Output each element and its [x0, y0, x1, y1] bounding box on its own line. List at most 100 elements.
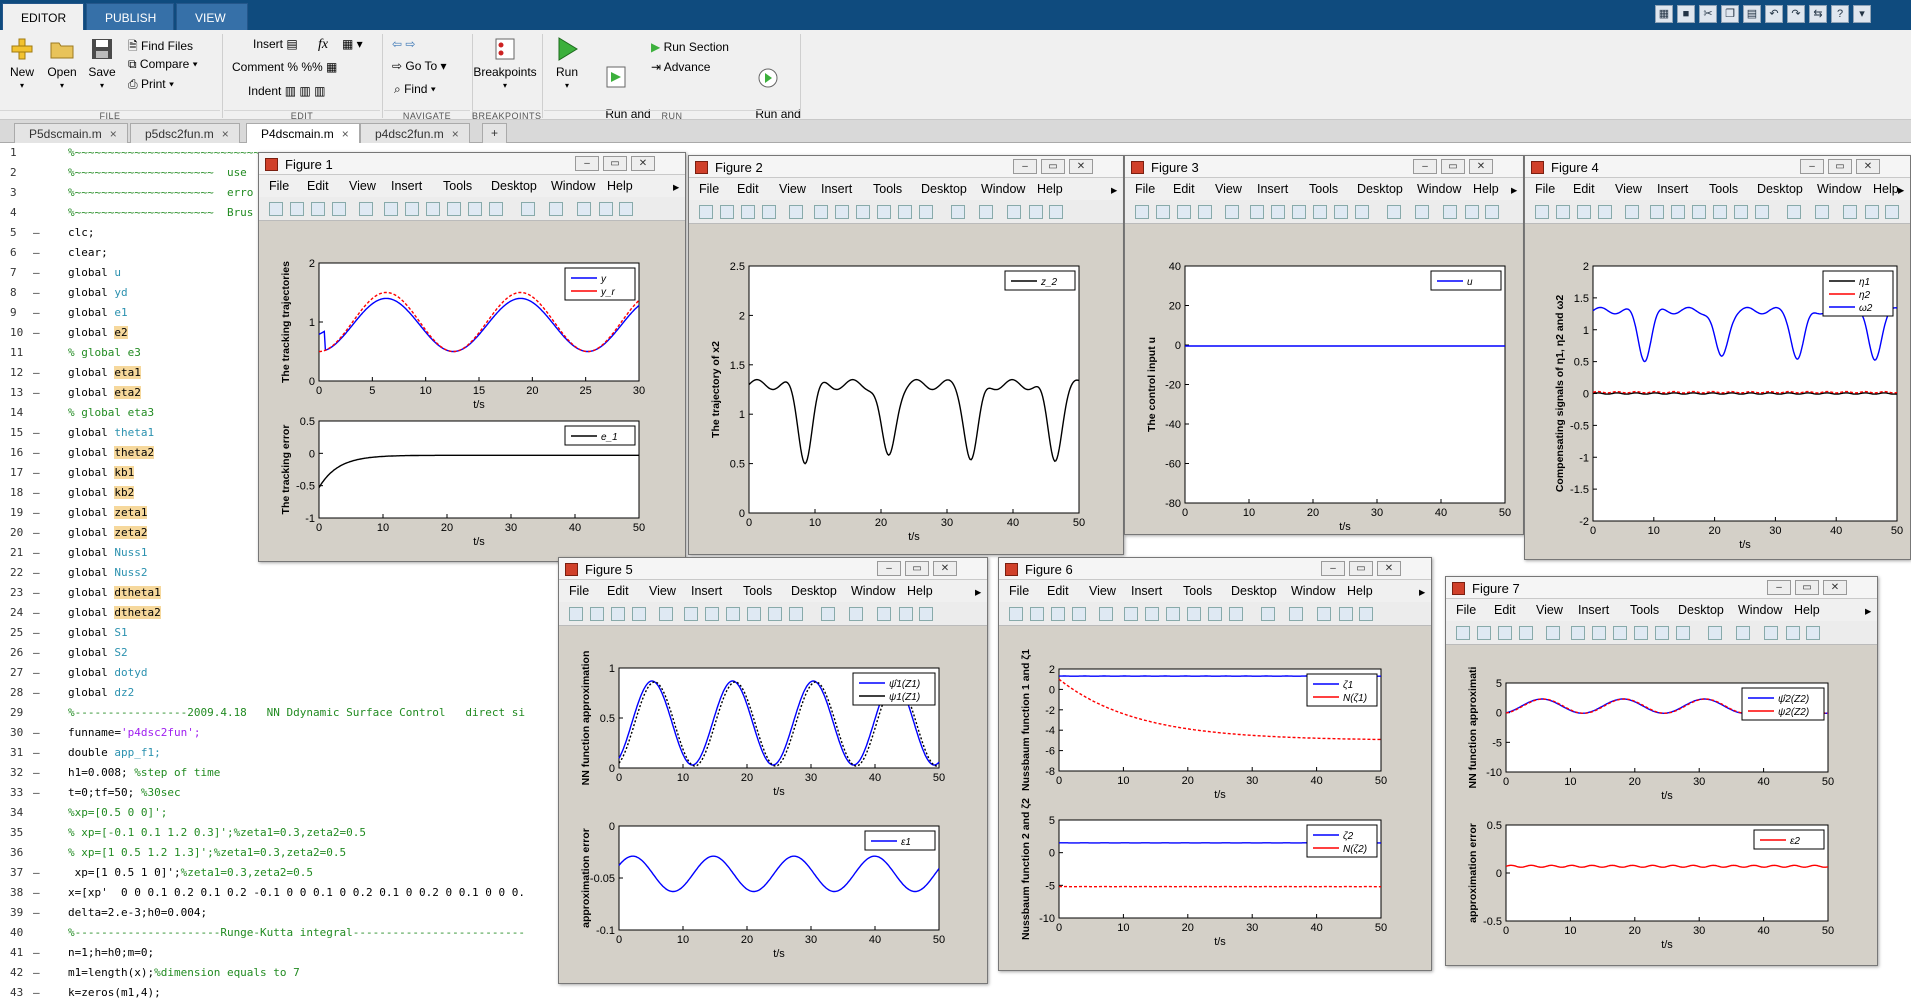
pan-icon[interactable]	[1692, 205, 1706, 219]
breakpoint-marker[interactable]: –	[33, 366, 40, 379]
code-line[interactable]: %~~~~~~~~~~~~~~~~~~~~~ erro	[68, 186, 253, 199]
data-cursor-icon[interactable]	[898, 205, 912, 219]
open-file-icon[interactable]	[720, 205, 734, 219]
code-line[interactable]: global kb2	[68, 486, 135, 499]
open-button[interactable]: Open ▾	[44, 36, 80, 93]
breakpoint-marker[interactable]: –	[33, 466, 40, 479]
colorbar-icon[interactable]	[1289, 607, 1303, 621]
new-figure-icon[interactable]	[269, 202, 283, 216]
code-line[interactable]: %----------------------Runge-Kutta integ…	[68, 926, 525, 939]
figure-window-7[interactable]: Figure 7 – ▭ ✕ File Edit View Insert Tools Deskto…	[1445, 576, 1878, 966]
figure-menu-window[interactable]: Window	[551, 179, 595, 193]
figure-menu-insert[interactable]: Insert	[1657, 182, 1688, 196]
code-line[interactable]: % global e3	[68, 346, 141, 359]
open-file-icon[interactable]	[1030, 607, 1044, 621]
pan-icon[interactable]	[1292, 205, 1306, 219]
figure-menu-desktop[interactable]: Desktop	[1357, 182, 1403, 196]
figure-window-1[interactable]: Figure 1 – ▭ ✕ File Edit View Insert Tools Deskto…	[258, 152, 686, 562]
breakpoint-marker[interactable]: –	[33, 246, 40, 259]
figure-window-4[interactable]: Figure 4 – ▭ ✕ File Edit View Insert Tools Deskto…	[1524, 155, 1911, 560]
switch-icon[interactable]: ⇆	[1809, 5, 1827, 23]
layout-icon[interactable]: ▦	[1655, 5, 1673, 23]
code-line[interactable]: global e2	[68, 326, 128, 339]
figure-menu-edit[interactable]: Edit	[1494, 603, 1516, 617]
figure-menu-window[interactable]: Window	[1417, 182, 1461, 196]
figure-menu-help[interactable]: Help	[1873, 182, 1899, 196]
breakpoint-marker[interactable]: –	[33, 286, 40, 299]
open-file-icon[interactable]	[1156, 205, 1170, 219]
figure-menu-edit[interactable]: Edit	[1573, 182, 1595, 196]
print-figure-icon[interactable]	[1072, 607, 1086, 621]
data-cursor-icon[interactable]	[1208, 607, 1222, 621]
breakpoint-marker[interactable]: –	[33, 886, 40, 899]
zoom-out-icon[interactable]	[705, 607, 719, 621]
data-cursor-icon[interactable]	[468, 202, 482, 216]
zoom-out-icon[interactable]	[1145, 607, 1159, 621]
figure-menu-file[interactable]: File	[269, 179, 289, 193]
colorbar-icon[interactable]	[849, 607, 863, 621]
pan-icon[interactable]	[1166, 607, 1180, 621]
back-forward-icon[interactable]: ⇦ ⇨	[392, 37, 415, 51]
figure-menu-file[interactable]: File	[1456, 603, 1476, 617]
hide-tools-icon[interactable]	[1786, 626, 1800, 640]
figure-titlebar[interactable]: Figure 5 – ▭ ✕	[559, 558, 987, 580]
maximize-button[interactable]: ▭	[603, 156, 627, 171]
comment-button[interactable]: Comment % %% ▦	[232, 60, 337, 74]
new-figure-icon[interactable]	[699, 205, 713, 219]
breakpoint-marker[interactable]: –	[33, 486, 40, 499]
code-line[interactable]: global S2	[68, 646, 128, 659]
figure-menu-edit[interactable]: Edit	[1173, 182, 1195, 196]
pan-icon[interactable]	[426, 202, 440, 216]
print-figure-icon[interactable]	[1198, 205, 1212, 219]
legend-icon[interactable]	[1764, 626, 1778, 640]
zoom-in-icon[interactable]	[1571, 626, 1585, 640]
link-icon[interactable]	[1787, 205, 1801, 219]
breakpoint-marker[interactable]: –	[33, 586, 40, 599]
figure-menu-file[interactable]: File	[1535, 182, 1555, 196]
maximize-button[interactable]: ▭	[1041, 159, 1065, 174]
pointer-icon[interactable]	[359, 202, 373, 216]
new-button[interactable]: New ▾	[4, 36, 40, 93]
tab-publish[interactable]: PUBLISH	[86, 3, 174, 30]
brush-icon[interactable]	[919, 205, 933, 219]
show-tools-icon[interactable]	[1485, 205, 1499, 219]
figure-menu-view[interactable]: View	[349, 179, 376, 193]
save-icon[interactable]: ■	[1677, 5, 1695, 23]
figure-menu-tools[interactable]: Tools	[873, 182, 902, 196]
figure-menu-file[interactable]: File	[699, 182, 719, 196]
figure-titlebar[interactable]: Figure 6 – ▭ ✕	[999, 558, 1431, 580]
figure-menu-tools[interactable]: Tools	[1709, 182, 1738, 196]
code-line[interactable]: x=[xp' 0 0 0.1 0.2 0.1 0.2 -0.1 0 0 0.1 …	[68, 886, 525, 899]
close-button[interactable]: ✕	[1377, 561, 1401, 576]
code-line[interactable]: delta=2.e-3;h0=0.004;	[68, 906, 207, 919]
colorbar-icon[interactable]	[1736, 626, 1750, 640]
code-line[interactable]: global theta2	[68, 446, 155, 459]
figure-menu-edit[interactable]: Edit	[1047, 584, 1069, 598]
brush-icon[interactable]	[789, 607, 803, 621]
doc-tab-p5dsc2fun[interactable]: p5dsc2fun.m ×	[130, 123, 240, 143]
code-line[interactable]: global Nuss2	[68, 566, 147, 579]
hide-tools-icon[interactable]	[1029, 205, 1043, 219]
show-tools-icon[interactable]	[619, 202, 633, 216]
code-line[interactable]: global zeta1	[68, 506, 148, 519]
pointer-icon[interactable]	[1225, 205, 1239, 219]
redo-icon[interactable]: ↷	[1787, 5, 1805, 23]
code-line[interactable]: clear;	[68, 246, 108, 259]
brush-icon[interactable]	[1355, 205, 1369, 219]
pointer-icon[interactable]	[1625, 205, 1639, 219]
show-tools-icon[interactable]	[1359, 607, 1373, 621]
menu-overflow-icon[interactable]: ▸	[673, 179, 679, 194]
maximize-button[interactable]: ▭	[1795, 580, 1819, 595]
figure-window-3[interactable]: Figure 3 – ▭ ✕ File Edit View Insert Tools Deskto…	[1124, 155, 1524, 535]
breakpoint-marker[interactable]: –	[33, 326, 40, 339]
rotate-icon[interactable]	[747, 607, 761, 621]
doc-tab-p5dscmain[interactable]: P5dscmain.m ×	[14, 123, 128, 143]
menu-overflow-icon[interactable]: ▸	[1419, 584, 1425, 599]
maximize-button[interactable]: ▭	[1441, 159, 1465, 174]
code-line[interactable]: clc;	[68, 226, 95, 239]
save-figure-icon[interactable]	[1577, 205, 1591, 219]
show-tools-icon[interactable]	[1049, 205, 1063, 219]
rotate-icon[interactable]	[1713, 205, 1727, 219]
code-line[interactable]: funname='p4dsc2fun';	[68, 726, 200, 739]
insert-function-icon[interactable]: ▦ ▾	[342, 37, 363, 51]
